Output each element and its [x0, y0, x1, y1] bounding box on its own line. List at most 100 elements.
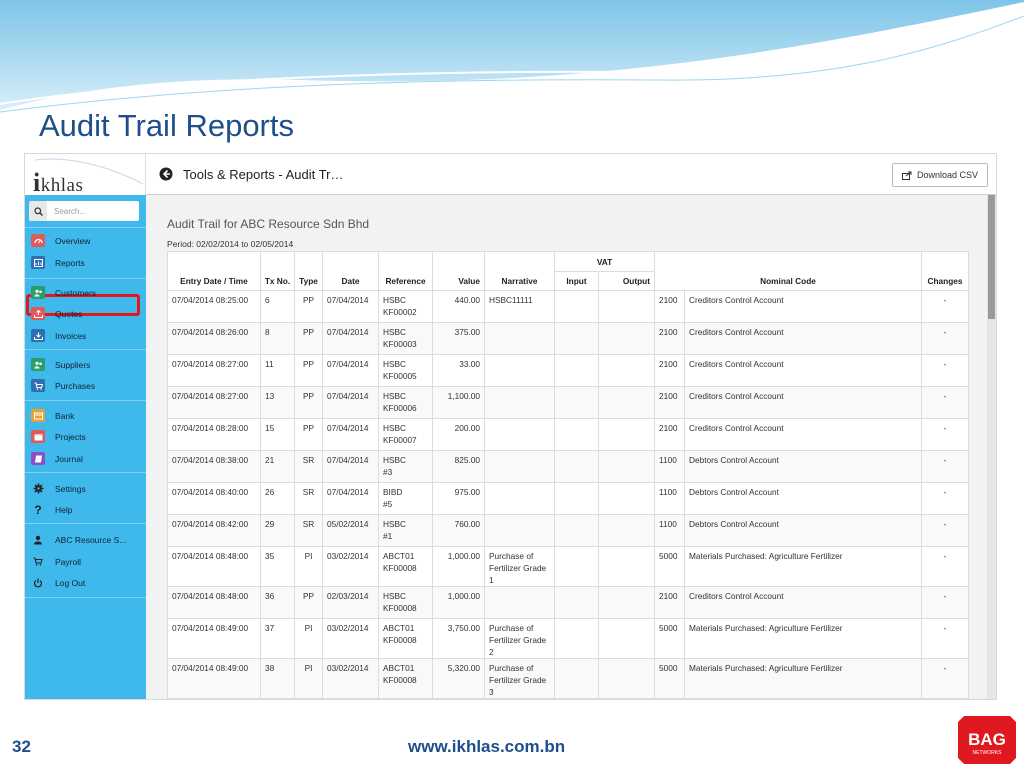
page-title: Tools & Reports - Audit Tr… — [183, 167, 344, 182]
sidebar-item-purchases[interactable]: Purchases — [29, 377, 139, 394]
cell-changes: - — [921, 514, 969, 547]
cell-narrative: HSBC11111 — [484, 290, 555, 323]
slide-page-number: 32 — [12, 737, 31, 756]
sidebar-item-label: Payroll — [55, 556, 81, 567]
sidebar-item-help[interactable]: ? Help — [29, 501, 139, 518]
reference-line-2: KF00008 — [383, 603, 417, 613]
sidebar-item-customers[interactable]: Customers — [29, 284, 139, 301]
cell-reference: ABCT01 KF00008 — [378, 546, 433, 587]
column-header-tx-no: Tx No. — [260, 251, 295, 291]
reference-line-2: KF00008 — [383, 635, 417, 645]
footer-url: www.ikhlas.com.bn — [408, 737, 566, 756]
sidebar-item-label: Suppliers — [55, 359, 91, 370]
cell-vat-input — [554, 322, 599, 355]
cell-reference: HSBC KF00005 — [378, 354, 433, 387]
sidebar-item-invoices[interactable]: Invoices — [29, 327, 139, 344]
cell-nominal-code: 1100 — [654, 482, 685, 515]
cell-entry-date: 07/04/2014 08:48:00 — [167, 586, 261, 619]
cell-date: 07/04/2014 — [322, 354, 379, 387]
cell-value: 375.00 — [432, 322, 485, 355]
table-row: 07/04/2014 08:49:00 37 PI 03/02/2014 ABCT01 K… — [167, 618, 969, 659]
sidebar-item-label: ABC Resource S... — [55, 534, 127, 545]
cell-value: 3,750.00 — [432, 618, 485, 659]
cell-entry-date: 07/04/2014 08:25:00 — [167, 290, 261, 323]
cell-nominal-account: Creditors Control Account — [684, 290, 922, 323]
sidebar-item-overview[interactable]: Overview — [29, 232, 139, 249]
cell-vat-input — [554, 450, 599, 483]
sidebar-item-quotes[interactable]: Quotes — [29, 305, 139, 322]
cell-value: 760.00 — [432, 514, 485, 547]
reference-line-2: KF00006 — [383, 403, 417, 413]
search-icon — [29, 201, 47, 221]
cell-date: 03/02/2014 — [322, 658, 379, 699]
cell-changes: - — [921, 658, 969, 699]
vertical-scrollbar[interactable] — [987, 195, 996, 699]
cell-type: PP — [294, 586, 323, 619]
cell-changes: - — [921, 450, 969, 483]
sidebar-item-suppliers[interactable]: Suppliers — [29, 356, 139, 373]
slide-title: Audit Trail Reports — [39, 108, 294, 143]
sidebar-item-label: Quotes — [55, 308, 83, 319]
gear-icon — [31, 482, 45, 495]
sidebar-item-settings[interactable]: Settings — [29, 480, 139, 497]
download-csv-label: Download CSV — [916, 170, 978, 180]
reference-line-2: KF00008 — [383, 563, 417, 573]
cell-entry-date: 07/04/2014 08:27:00 — [167, 354, 261, 387]
cell-narrative: Purchase of Fertilizer Grade 2 — [484, 618, 555, 659]
cell-changes: - — [921, 698, 969, 699]
cell-tx-no: 26 — [260, 482, 295, 515]
sidebar-item-journal[interactable]: Journal — [29, 450, 139, 467]
sidebar: Search... Overview Reports Customers Quo… — [25, 195, 146, 699]
cell-tx-no: 6 — [260, 290, 295, 323]
cell-vat-output — [598, 482, 655, 515]
cell-nominal-account: Creditors Control Account — [684, 354, 922, 387]
sidebar-item-projects[interactable]: Projects — [29, 428, 139, 445]
sidebar-item-payroll[interactable]: Payroll — [29, 553, 139, 570]
cell-vat-output — [598, 514, 655, 547]
cell-entry-date: 07/04/2014 08:28:00 — [167, 418, 261, 451]
cell-nominal-account: Debtors Control Account — [684, 514, 922, 547]
cell-value: 33.00 — [432, 354, 485, 387]
cell-changes: - — [921, 354, 969, 387]
table-row: 07/04/2014 08:25:00 6 PP 07/04/2014 HSBC KF00… — [167, 290, 969, 323]
download-csv-button[interactable]: Download CSV — [891, 163, 988, 187]
search-input[interactable]: Search... — [29, 201, 139, 221]
cell-value: 9,070.00 — [432, 698, 485, 699]
sidebar-item-label: Purchases — [55, 380, 96, 391]
cell-entry-date: 07/04/2014 08:49:00 — [167, 658, 261, 699]
scrollbar-thumb[interactable] — [988, 195, 995, 319]
reference-line-2: #5 — [383, 499, 393, 509]
sidebar-item-bank[interactable]: Bank — [29, 407, 139, 424]
cell-date: 28/02/2014 — [322, 698, 379, 699]
cell-narrative — [484, 354, 555, 387]
audit-trail-table: Entry Date / Time Tx No. Type Date Refer… — [167, 251, 969, 699]
cell-narrative — [484, 386, 555, 419]
cell-type: PP — [294, 418, 323, 451]
sidebar-item-reports[interactable]: Reports — [29, 254, 139, 271]
sidebar-item-label: Customers — [55, 287, 97, 298]
column-header-vat-input: Input — [554, 271, 599, 291]
cell-vat-input — [554, 658, 599, 699]
cell-nominal-code: 2100 — [654, 418, 685, 451]
bag-networks-logo: BAG NETWORKS — [958, 716, 1016, 764]
sidebar-item-label: Journal — [55, 453, 83, 464]
cell-tx-no: 13 — [260, 386, 295, 419]
cell-nominal-account: Creditors Control Account — [684, 418, 922, 451]
slide-wave-decoration — [0, 0, 1024, 113]
cell-entry-date: 07/04/2014 08:26:00 — [167, 322, 261, 355]
cell-reference: HSBC #1 — [378, 514, 433, 547]
cell-changes: - — [921, 482, 969, 515]
sidebar-item-account[interactable]: ABC Resource S... — [29, 531, 139, 548]
folder-icon — [31, 430, 45, 443]
back-arrow-icon[interactable] — [159, 167, 173, 181]
users-icon — [31, 358, 45, 371]
cell-value: 1,000.00 — [432, 546, 485, 587]
cell-value: 5,320.00 — [432, 658, 485, 699]
cell-reference: HSBCKF00008 — [378, 698, 433, 699]
search-placeholder: Search... — [54, 206, 87, 216]
cell-nominal-account: Creditors Control Account — [684, 698, 922, 699]
svg-text:NETWORKS: NETWORKS — [973, 750, 1003, 756]
sidebar-item-logout[interactable]: Log Out — [29, 574, 139, 591]
cell-type: PP — [294, 698, 323, 699]
cell-vat-input — [554, 482, 599, 515]
